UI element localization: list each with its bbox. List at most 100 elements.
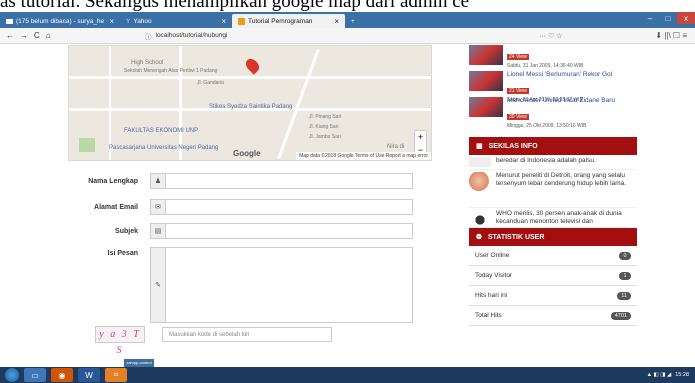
tab-label: Yahoo (133, 17, 152, 25)
view-badge: 24 View (507, 54, 529, 60)
close-icon[interactable]: × (109, 17, 114, 26)
chart-icon: ❁ (476, 234, 482, 241)
info-image (469, 210, 491, 227)
system-tray: ▲ ◧ ◨ ◢ 15:28 (647, 372, 695, 378)
news-title[interactable]: Manchester United Incar Zidane Baru (507, 97, 615, 105)
news-thumbnail (469, 97, 503, 117)
stat-header-label: STATISTIK USER (487, 233, 545, 241)
envelope-icon: ✉ (150, 199, 166, 215)
info-item: Menurut peneliti di Detroit, orang yang … (469, 170, 637, 208)
info-header-label: SEKILAS INFO (488, 142, 538, 150)
subject-input[interactable] (166, 223, 413, 239)
info-text: WHO merilis, 30 persen anak-anak di duni… (496, 210, 622, 225)
info-text: beredar di Indonesia adalah palsu. (496, 157, 596, 164)
yahoo-icon: Y (126, 17, 131, 25)
taskbar: ▭ ◉ W ⌗ ▲ ◧ ◨ ◢ 15:28 (0, 367, 695, 383)
info-icon[interactable]: ⓘ (145, 31, 152, 41)
user-icon: ♟ (150, 173, 166, 189)
email-input[interactable] (166, 199, 413, 215)
back-icon[interactable]: ← (6, 31, 14, 40)
word-icon[interactable]: W (78, 368, 100, 382)
map-label: FAKULTAS EKONOMI UNP (124, 128, 199, 134)
stat-label: User Online (475, 252, 510, 259)
stat-row: User Online 0 (469, 246, 637, 266)
mail-icon (6, 18, 13, 24)
tray-icons[interactable]: ▲ ◧ ◨ ◢ (647, 372, 672, 378)
info-image (469, 172, 491, 192)
pencil-icon: ✎ (150, 247, 166, 323)
info-header: ▦ SEKILAS INFO (469, 137, 637, 155)
map-label: Sekolah Menengah Atas Pertiwi 1 Padang (124, 68, 218, 74)
xampp-icon[interactable]: ⌗ (105, 368, 127, 382)
list-icon: ▤ (150, 223, 166, 239)
map-label: Jl. Gandaria (197, 80, 224, 86)
subject-label: Subjek (115, 227, 138, 235)
clock[interactable]: 15:28 (675, 372, 689, 378)
tab-yahoo[interactable]: Y Yahoo × (120, 14, 232, 28)
explorer-icon[interactable]: ▭ (24, 368, 46, 382)
news-date: Minggu, 25 Okt 2009, 13:50:16 WIB (507, 123, 587, 129)
tab-label: Tutorial Pemrograman (248, 17, 313, 25)
map-label: Jl. Pinang Sari (309, 114, 342, 120)
captcha-image: y a 3 T S (95, 326, 145, 356)
view-badge: 30 View (507, 114, 529, 120)
name-input[interactable] (166, 173, 413, 189)
zoom-in-icon[interactable]: + (415, 131, 426, 144)
tab-label: (175 belum dibaca) - surya_he (16, 17, 105, 25)
tab-mail[interactable]: (175 belum dibaca) - surya_he × (0, 14, 120, 28)
screen: { "caption": "as tutorial. Sekaligus men… (0, 0, 695, 383)
news-thumbnail (469, 71, 503, 91)
home-icon[interactable]: ⌂ (46, 31, 51, 40)
view-badge: 21 View (507, 88, 529, 94)
captcha-input[interactable]: Masukkan kode di sebelah kiri (162, 327, 332, 342)
stat-row: Total Hits 4701 (469, 306, 637, 326)
news-item[interactable]: Manchester United Incar Zidane Baru 30 V… (469, 97, 637, 129)
close-icon[interactable]: × (221, 17, 226, 26)
news-item[interactable]: 24 View Sabtu, 31 Jan 2009, 14:36:40 WIB (469, 45, 637, 69)
map-label: Nira di (387, 144, 405, 150)
window-controls: – □ x (641, 12, 695, 26)
map-footer[interactable]: Map data ©2018 Google Terms of Use Repor… (296, 152, 431, 160)
taskbar-preview-label[interactable]: xampp-control (124, 359, 154, 367)
browser-tab-bar: (175 belum dibaca) - surya_he × Y Yahoo … (0, 12, 695, 28)
map-label: Jl. Kiang Sari (309, 124, 339, 130)
stat-value: 0 (619, 251, 631, 260)
name-label: Nama Lengkap (88, 177, 138, 185)
info-image (469, 157, 491, 167)
stat-row: Today Visitor 1 (469, 266, 637, 286)
news-item[interactable]: Lionel Messi 'Berlumuran' Rekor Gol 21 V… (469, 71, 637, 103)
info-text: Menurut peneliti di Detroit, orang yang … (496, 172, 627, 187)
message-textarea[interactable] (166, 247, 413, 323)
info-item: WHO merilis, 30 persen anak-anak di duni… (469, 208, 637, 228)
stat-label: Total Hits (475, 312, 502, 319)
message-label: Isi Pesan (107, 250, 138, 257)
url-text: localhost/tutorial/hubungi (155, 32, 228, 39)
stat-value: 1 (619, 271, 631, 280)
stat-row: Hits hari ini 11 (469, 286, 637, 306)
subject-row: Subjek ▤ (68, 223, 438, 239)
news-title[interactable]: Lionel Messi 'Berlumuran' Rekor Gol (507, 71, 612, 79)
forward-icon[interactable]: → (20, 31, 28, 40)
close-icon[interactable]: × (334, 17, 339, 26)
stat-header: ❁ STATISTIK USER (469, 228, 637, 246)
new-tab-button[interactable]: + (345, 14, 365, 28)
minimize-button[interactable]: – (641, 12, 659, 24)
close-window-button[interactable]: x (677, 12, 695, 24)
map-label: High School (131, 60, 164, 66)
stat-label: Hits hari ini (475, 292, 508, 299)
stat-value: 4701 (610, 311, 631, 320)
tab-tutorial[interactable]: Tutorial Pemrograman × (232, 14, 345, 28)
url-bar[interactable]: ⓘ localhost/tutorial/hubungi (145, 30, 545, 42)
map-pin-icon[interactable] (243, 56, 262, 75)
page-actions[interactable]: ··· ♡ ☆ (539, 32, 562, 40)
news-thumbnail (469, 45, 503, 65)
google-map[interactable]: High School Sekolah Menengah Atas Pertiw… (68, 45, 432, 161)
maximize-button[interactable]: □ (659, 12, 677, 24)
toolbar-icons[interactable]: ⬇ ||\ ☐ ≡ (655, 31, 687, 40)
message-row: Isi Pesan ✎ (68, 247, 438, 323)
firefox-icon[interactable]: ◉ (51, 368, 73, 382)
reload-icon[interactable]: C (34, 31, 40, 40)
start-button[interactable] (5, 368, 19, 382)
sidebar: 24 View Sabtu, 31 Jan 2009, 14:36:40 WIB… (469, 45, 637, 367)
page-content: High School Sekolah Menengah Atas Pertiw… (0, 45, 695, 367)
